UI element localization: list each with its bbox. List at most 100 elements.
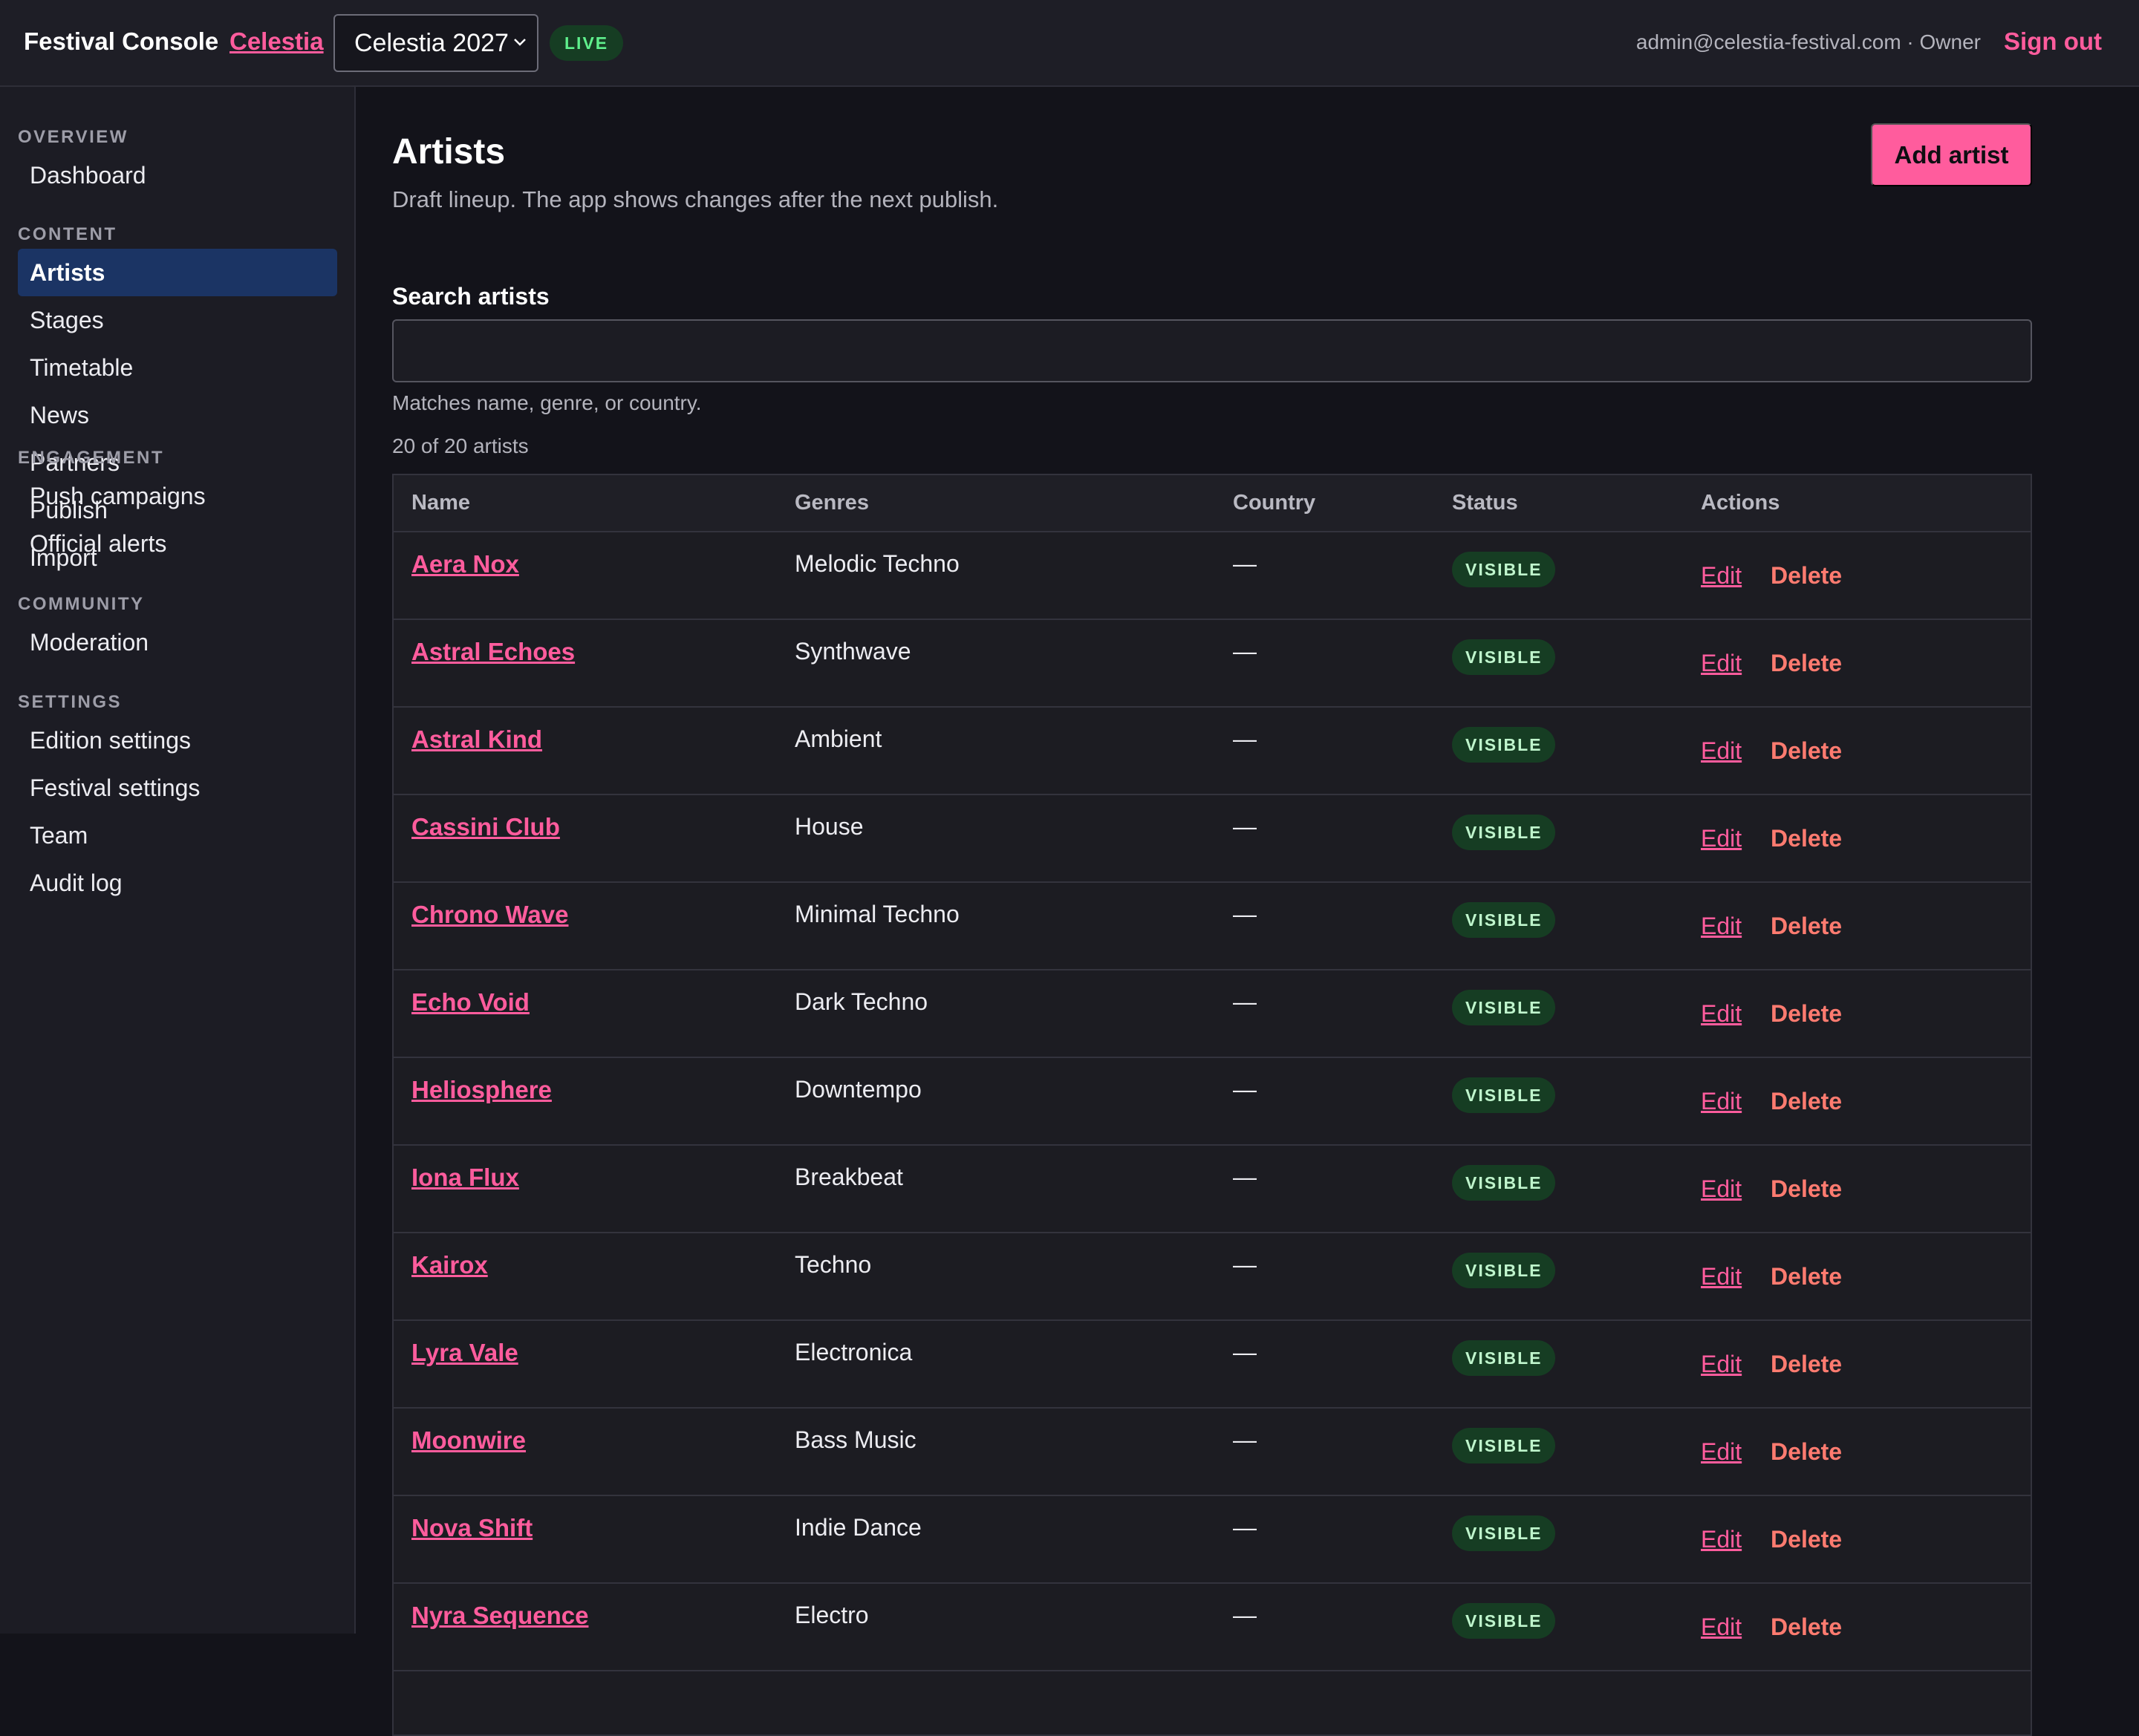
artist-actions-cell: Edit Delete — [1683, 1233, 2031, 1320]
sidebar-item-artists[interactable]: Artists — [18, 249, 337, 296]
delete-artist-button[interactable]: Delete — [1771, 1263, 1842, 1290]
sidebar-item-label: Push campaigns — [30, 482, 206, 509]
artist-genres-cell: Electro — [795, 1602, 869, 1628]
delete-artist-button[interactable]: Delete — [1771, 562, 1842, 589]
delete-artist-button[interactable]: Delete — [1771, 650, 1842, 676]
edit-artist-link[interactable]: Edit — [1701, 650, 1742, 676]
sidebar-item-dashboard[interactable]: Dashboard — [18, 151, 337, 199]
edit-artist-link[interactable]: Edit — [1701, 913, 1742, 939]
delete-artist-button[interactable]: Delete — [1771, 1613, 1842, 1640]
edition-select[interactable]: Celestia 2027 — [333, 14, 538, 72]
delete-artist-button[interactable]: Delete — [1771, 1000, 1842, 1027]
app-brand: Festival Console — [24, 27, 219, 55]
edit-artist-link[interactable]: Edit — [1701, 825, 1742, 852]
sidebar: OVERVIEW Dashboard CONTENT Artists Stages Tim… — [0, 87, 356, 1634]
edit-artist-link[interactable]: Edit — [1701, 1351, 1742, 1377]
artist-name-link[interactable]: Astral Kind — [411, 725, 542, 753]
artist-name-link[interactable]: Moonwire — [411, 1426, 526, 1454]
festival-link[interactable]: Celestia — [229, 27, 324, 56]
artist-genres-cell: Ambient — [795, 725, 882, 752]
artist-name-link[interactable]: Nova Shift — [411, 1514, 533, 1541]
sidebar-item-stages[interactable]: Stages — [18, 296, 337, 344]
edit-artist-link[interactable]: Edit — [1701, 1526, 1742, 1553]
sidebar-item-festival-settings[interactable]: Festival settings — [18, 764, 337, 812]
status-badge: VISIBLE — [1452, 1340, 1556, 1376]
add-artist-button[interactable]: Add artist — [1871, 123, 2032, 186]
nav-section-title: OVERVIEW — [18, 127, 128, 147]
artist-count: 20 of 20 artists — [392, 434, 529, 457]
artist-name-link[interactable]: Lyra Vale — [411, 1339, 518, 1366]
delete-artist-button[interactable]: Delete — [1771, 1438, 1842, 1465]
edit-artist-link[interactable]: Edit — [1701, 737, 1742, 764]
search-input[interactable] — [392, 319, 2032, 382]
table-row: Astral Echoes Synthwave — VISIBLE Edit D… — [394, 619, 2031, 707]
status-badge: VISIBLE — [1452, 990, 1556, 1025]
edit-artist-link[interactable]: Edit — [1701, 1175, 1742, 1202]
delete-artist-button[interactable]: Delete — [1771, 1526, 1842, 1553]
delete-artist-button[interactable]: Delete — [1771, 1175, 1842, 1202]
edit-artist-link[interactable]: Edit — [1701, 1613, 1742, 1640]
artist-name-link[interactable]: Nyra Sequence — [411, 1602, 588, 1629]
table-row: Moonwire Bass Music — VISIBLE Edit Delet… — [394, 1408, 2031, 1495]
nav-section-title: SETTINGS — [18, 692, 123, 712]
artist-name-link[interactable]: Kairox — [411, 1251, 488, 1279]
artist-genres-cell: Downtempo — [795, 1076, 922, 1103]
edit-artist-link[interactable]: Edit — [1701, 1263, 1742, 1290]
artist-actions-cell: Edit Delete — [1683, 1583, 2031, 1671]
artist-name-cell: Chrono Wave — [394, 882, 777, 970]
table-header-row: Name Genres Country Status Actions — [394, 475, 2031, 532]
table-body: Aera Nox Melodic Techno — VISIBLE Edit D… — [394, 532, 2031, 1671]
artist-status-cell: VISIBLE — [1434, 619, 1683, 707]
artist-actions-cell: Edit Delete — [1683, 707, 2031, 794]
sidebar-item-news[interactable]: News — [18, 391, 337, 439]
sidebar-item-official-alerts[interactable]: Official alerts — [18, 520, 337, 567]
artist-genres-cell: Techno — [795, 1251, 872, 1278]
artist-name-link[interactable]: Iona Flux — [411, 1164, 519, 1191]
delete-artist-button[interactable]: Delete — [1771, 1351, 1842, 1377]
column-header-name[interactable]: Name — [394, 475, 777, 532]
status-badge: VISIBLE — [1452, 902, 1556, 938]
artist-genres-cell: Minimal Techno — [795, 901, 960, 927]
artist-country-cell: — — [1233, 1339, 1257, 1365]
delete-artist-button[interactable]: Delete — [1771, 737, 1842, 764]
artist-name-link[interactable]: Heliosphere — [411, 1076, 552, 1103]
artist-name-link[interactable]: Astral Echoes — [411, 638, 575, 665]
sidebar-item-edition-settings[interactable]: Edition settings — [18, 717, 337, 764]
edit-artist-link[interactable]: Edit — [1701, 562, 1742, 589]
artist-name-link[interactable]: Chrono Wave — [411, 901, 568, 928]
sidebar-item-label: Stages — [30, 306, 104, 333]
artist-status-cell: VISIBLE — [1434, 970, 1683, 1057]
delete-artist-button[interactable]: Delete — [1771, 825, 1842, 852]
artist-name-cell: Nyra Sequence — [394, 1583, 777, 1671]
column-header-genres[interactable]: Genres — [777, 475, 1215, 532]
artist-actions-cell: Edit Delete — [1683, 882, 2031, 970]
delete-artist-button[interactable]: Delete — [1771, 1088, 1842, 1115]
edit-artist-link[interactable]: Edit — [1701, 1438, 1742, 1465]
sidebar-item-push-campaigns[interactable]: Push campaigns — [18, 472, 337, 520]
artist-genres-cell: Synthwave — [795, 638, 911, 665]
artist-name-link[interactable]: Cassini Club — [411, 813, 560, 841]
sidebar-item-team[interactable]: Team — [18, 812, 337, 859]
delete-artist-button[interactable]: Delete — [1771, 913, 1842, 939]
sidebar-item-label: Dashboard — [30, 161, 146, 189]
sign-out-button[interactable]: Sign out — [2004, 27, 2102, 56]
artist-actions-cell: Edit Delete — [1683, 1320, 2031, 1408]
artist-name-link[interactable]: Aera Nox — [411, 550, 519, 578]
artist-country-cell: — — [1233, 1076, 1257, 1103]
nav-section-title: CONTENT — [18, 224, 117, 244]
sidebar-item-timetable[interactable]: Timetable — [18, 344, 337, 391]
artist-name-cell: Aera Nox — [394, 532, 777, 619]
column-header-status[interactable]: Status — [1434, 475, 1683, 532]
edit-artist-link[interactable]: Edit — [1701, 1000, 1742, 1027]
artist-name-cell: Nova Shift — [394, 1495, 777, 1583]
top-bar: Festival Console Celestia Celestia 2027 … — [0, 0, 2139, 87]
artist-actions-cell: Edit Delete — [1683, 970, 2031, 1057]
artist-name-link[interactable]: Echo Void — [411, 988, 530, 1016]
sidebar-item-audit-log[interactable]: Audit log — [18, 859, 337, 907]
sidebar-item-moderation[interactable]: Moderation — [18, 619, 337, 666]
artist-name-cell: Echo Void — [394, 970, 777, 1057]
artist-genres-cell: Dark Techno — [795, 988, 928, 1015]
edit-artist-link[interactable]: Edit — [1701, 1088, 1742, 1115]
column-header-country[interactable]: Country — [1215, 475, 1434, 532]
artist-country-cell: — — [1233, 1164, 1257, 1190]
